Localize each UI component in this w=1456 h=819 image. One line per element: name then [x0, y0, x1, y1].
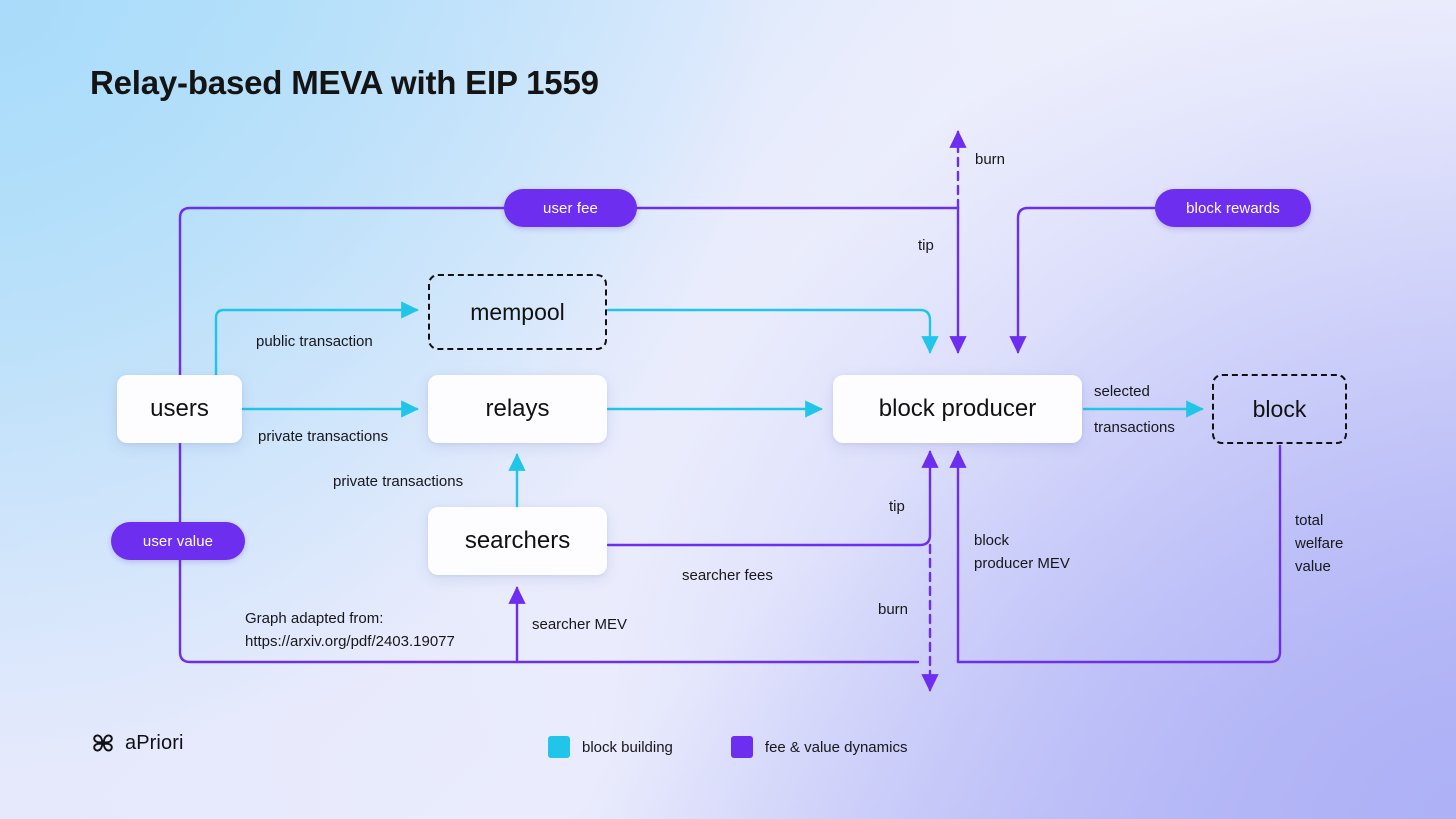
node-block[interactable]: block: [1212, 374, 1347, 444]
node-relays-label: relays: [485, 395, 550, 422]
edge-label-tip-top: tip: [918, 237, 934, 254]
attribution: Graph adapted from: https://arxiv.org/pd…: [245, 607, 455, 653]
legend-label-block-building: block building: [582, 738, 673, 756]
edge-label-block-producer-mev-line1: block: [974, 532, 1010, 549]
legend-item-fee-value-dynamics: fee & value dynamics: [730, 736, 908, 758]
edge-label-private-transactions-searchers: private transactions: [333, 473, 464, 490]
edge-label-searcher-fees: searcher fees: [682, 567, 773, 584]
node-mempool-label: mempool: [470, 298, 565, 325]
edge-label-block-producer-mev-line2: producer MEV: [974, 555, 1070, 572]
node-users-label: users: [150, 395, 209, 422]
diagram-canvas: Relay-based MEVA with EIP 1559 users mem…: [0, 0, 1456, 819]
edge-label-burn-top: burn: [975, 151, 1006, 168]
node-searchers[interactable]: searchers: [428, 507, 607, 575]
page-title: Relay-based MEVA with EIP 1559: [90, 64, 599, 101]
edge-label-total-welfare-line1: total: [1295, 512, 1324, 529]
brand-logo: aPriori: [90, 730, 184, 756]
brand-name: aPriori: [125, 731, 184, 754]
legend-item-block-building: block building: [548, 736, 673, 758]
legend-label-fee-value-dynamics: fee & value dynamics: [764, 738, 908, 756]
pill-block-rewards-label: block rewards: [1186, 199, 1280, 217]
node-block-label: block: [1252, 395, 1307, 422]
edge-label-burn-bottom: burn: [878, 601, 909, 618]
attribution-url[interactable]: https://arxiv.org/pdf/2403.19077: [245, 630, 455, 653]
edge-mempool-to-block-producer: [606, 308, 939, 354]
node-block-producer[interactable]: block producer: [833, 375, 1082, 443]
node-users[interactable]: users: [117, 375, 242, 443]
pill-block-rewards[interactable]: block rewards: [1155, 189, 1311, 227]
pill-user-value-label: user value: [142, 532, 214, 550]
edge-block-rewards-to-block-producer: [1009, 206, 1305, 354]
edge-label-searcher-mev: searcher MEV: [532, 616, 628, 633]
node-mempool[interactable]: mempool: [428, 274, 607, 350]
edge-searcher-fees-tip: [606, 450, 939, 547]
legend-swatch-block-building: [548, 736, 570, 758]
edge-label-public-transaction: public transaction: [256, 333, 373, 350]
node-block-producer-label: block producer: [878, 395, 1037, 422]
edge-label-private-transactions-users: private transactions: [258, 428, 389, 445]
clover-logo-icon: [93, 734, 113, 752]
edge-label-total-welfare-line2: welfare: [1295, 535, 1344, 552]
pill-user-fee-label: user fee: [543, 199, 598, 217]
edge-label-transactions: transactions: [1094, 419, 1175, 436]
pill-user-fee[interactable]: user fee: [504, 189, 637, 227]
node-searchers-label: searchers: [464, 527, 571, 554]
edge-label-tip-bottom: tip: [889, 498, 905, 515]
edge-label-total-welfare-line3: value: [1295, 558, 1331, 575]
legend: block building fee & value dynamics: [548, 736, 907, 758]
edge-label-selected: selected: [1094, 383, 1150, 400]
attribution-line1: Graph adapted from:: [245, 610, 384, 627]
node-relays[interactable]: relays: [428, 375, 607, 443]
legend-swatch-fee-value-dynamics: [730, 736, 753, 758]
pill-user-value[interactable]: user value: [111, 522, 245, 560]
